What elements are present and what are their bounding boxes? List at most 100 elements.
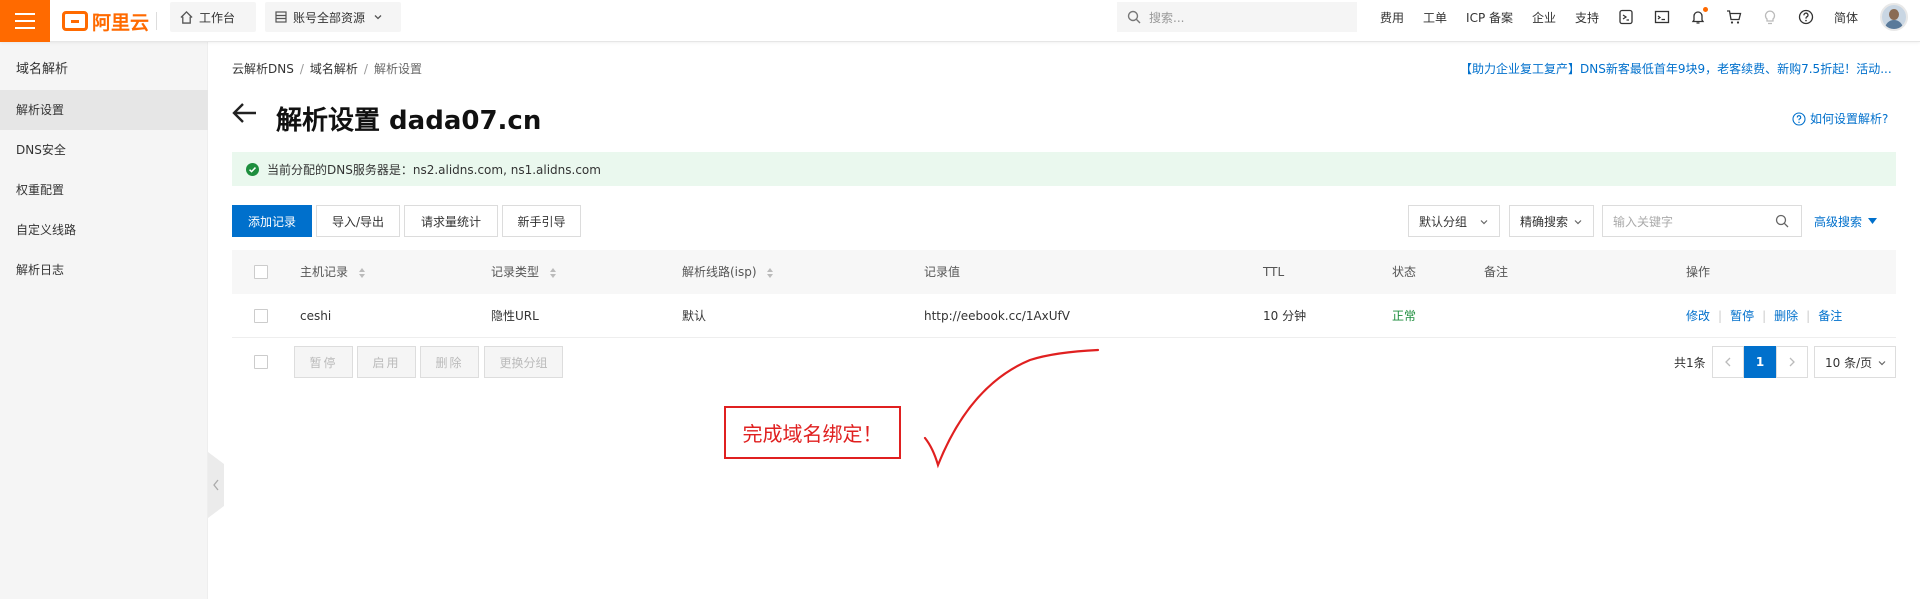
column-header-note: 备注 [1484,265,1509,279]
edit-link[interactable]: 修改 [1686,309,1710,323]
request-stats-button[interactable]: 请求量统计 [404,205,498,237]
logo[interactable]: 阿里云 [62,8,149,34]
breadcrumb-item-dns[interactable]: 云解析DNS [232,62,294,76]
sidebar-item-record-settings[interactable]: 解析设置 [0,90,208,130]
sidebar-item-dns-security[interactable]: DNS安全 [0,130,208,170]
cell-ops: 修改 | 暂停 | 删除 | 备注 [1686,309,1843,323]
table-row: ceshi 隐性URL 默认 http://eebook.cc/1AxUfV 1… [232,294,1896,338]
top-link-support[interactable]: 支持 [1575,9,1599,26]
advanced-search-link[interactable]: 高级搜索 [1814,213,1878,230]
table-header: 主机记录 记录类型 解析线路(isp) 记录值 TTL 状态 备注 操作 [232,250,1896,294]
sidebar-item-custom-line[interactable]: 自定义线路 [0,210,208,250]
pause-link[interactable]: 暂停 [1730,309,1754,323]
chevron-left-icon [213,479,219,491]
help-icon[interactable] [1798,9,1814,25]
next-page-button[interactable] [1776,346,1808,378]
lightbulb-icon[interactable] [1762,9,1778,25]
column-header-status: 状态 [1392,265,1417,279]
top-link-enterprise[interactable]: 企业 [1532,9,1556,26]
home-icon [180,10,193,24]
sidebar-item-logs[interactable]: 解析日志 [0,250,208,290]
page-size-select[interactable]: 10 条/页 [1814,346,1896,378]
search-mode-value: 精确搜索 [1520,214,1569,229]
workbench-button[interactable]: 工作台 [170,2,256,32]
breadcrumb-item-domain[interactable]: 域名解析 [310,62,358,76]
column-header-type[interactable]: 记录类型 [491,250,557,294]
success-check-icon [246,162,259,176]
group-select[interactable]: 默认分组 [1408,205,1500,237]
batch-pause-button[interactable]: 暂停 [294,346,353,378]
sort-icon [549,267,556,278]
breadcrumb: 云解析DNS / 域名解析 / 解析设置 [232,62,422,76]
change-group-button[interactable]: 更换分组 [484,346,563,378]
chevron-left-icon [1725,357,1731,367]
caret-down-icon [1868,218,1878,224]
add-record-button[interactable]: 添加记录 [232,205,312,237]
top-link-icp[interactable]: ICP 备案 [1466,9,1513,26]
search-placeholder: 搜索... [1149,10,1185,25]
chevron-down-icon [374,15,382,20]
cell-line: 默认 [682,309,707,323]
select-all-checkbox[interactable] [254,265,268,279]
question-icon [1792,111,1806,126]
avatar[interactable] [1880,3,1908,31]
lang-switch[interactable]: 简体 [1834,9,1858,26]
list-icon [275,11,287,23]
help-link-label: 如何设置解析? [1810,112,1889,126]
batch-enable-button[interactable]: 启用 [357,346,416,378]
help-link[interactable]: 如何设置解析? [1792,110,1888,127]
prev-page-button[interactable] [1712,346,1744,378]
sidebar-collapse-handle[interactable] [208,452,224,518]
search-icon[interactable] [1775,214,1789,228]
chevron-down-icon [1480,220,1488,225]
terminal-icon[interactable] [1654,9,1670,25]
chevron-right-icon [1789,357,1795,367]
column-header-ops: 操作 [1686,265,1711,279]
top-links: 费用 工单 ICP 备案 企业 支持 简体 [1380,0,1877,34]
row-checkbox[interactable] [254,309,268,323]
chevron-down-icon [1878,361,1886,366]
bell-icon[interactable] [1690,7,1709,25]
column-header-ttl: TTL [1263,265,1285,279]
notification-dot [1703,7,1709,12]
promo-link[interactable]: 【助力企业复工复产】DNS新客最低首年9块9，老客续费、新购7.5折起！活动..… [1460,60,1892,77]
cell-value: http://eebook.cc/1AxUfV [924,309,1070,323]
sidebar-title: 域名解析 [16,62,69,77]
top-link-billing[interactable]: 费用 [1380,9,1404,26]
page-size-value: 10 条/页 [1825,355,1873,370]
note-link[interactable]: 备注 [1818,309,1842,323]
footer-select-all-checkbox[interactable] [254,355,268,369]
breadcrumb-item-current: 解析设置 [373,62,422,76]
cell-status: 正常 [1392,309,1417,323]
global-search-input[interactable]: 搜索... [1117,2,1357,32]
advanced-search-label: 高级搜索 [1814,215,1863,229]
column-header-host[interactable]: 主机记录 [300,250,366,294]
annotation-text: 完成域名绑定！ [742,422,883,446]
batch-delete-button[interactable]: 删除 [420,346,479,378]
resources-dropdown[interactable]: 账号全部资源 [265,2,401,32]
guide-button[interactable]: 新手引导 [502,205,581,237]
workbench-label: 工作台 [199,10,236,25]
total-count: 共1条 [1674,356,1706,370]
column-header-line[interactable]: 解析线路(isp) [682,250,774,294]
cloud-shell-icon[interactable] [1618,9,1634,25]
top-link-ticket[interactable]: 工单 [1423,9,1447,26]
cart-icon[interactable] [1726,9,1742,25]
page-title: 解析设置 dada07.cn [276,106,542,136]
page-number-current[interactable]: 1 [1744,346,1776,378]
top-bar: 阿里云 工作台 账号全部资源 搜索... 费用 工单 ICP 备案 企业 支持 [0,0,1920,42]
chevron-down-icon [1574,220,1582,225]
annotation-box: 完成域名绑定！ [724,406,901,459]
sidebar-item-weight[interactable]: 权重配置 [0,170,208,210]
sort-icon [767,267,774,278]
menu-icon[interactable] [0,0,50,42]
cell-ttl: 10 分钟 [1263,309,1307,323]
column-header-type-label: 记录类型 [491,265,540,279]
delete-link[interactable]: 删除 [1774,309,1798,323]
keyword-input[interactable]: 输入关键字 [1602,205,1802,237]
import-export-button[interactable]: 导入/导出 [316,205,400,237]
column-header-line-label: 解析线路(isp) [682,265,757,279]
annotation-checkmark-icon [923,348,1100,469]
search-mode-select[interactable]: 精确搜索 [1509,205,1594,237]
back-arrow-icon[interactable] [232,102,258,124]
